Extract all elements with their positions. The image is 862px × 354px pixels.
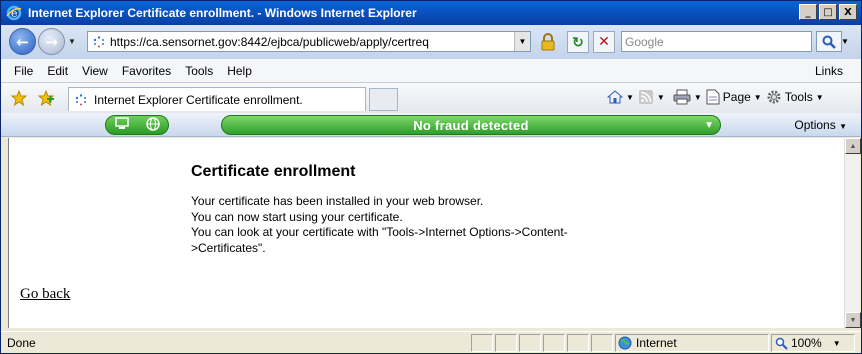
globe-icon [618, 336, 632, 350]
address-bar[interactable]: https://ca.sensornet.gov:8442/ejbca/publ… [87, 31, 531, 52]
zone-label: Internet [636, 336, 677, 350]
globe-icon[interactable] [145, 116, 161, 135]
refresh-icon: ↻ [572, 33, 584, 50]
options-button[interactable]: Options ▼ [794, 118, 847, 132]
zoom-level: 100% [791, 336, 822, 350]
favorites-center-icon[interactable] [10, 89, 28, 107]
fraud-dropdown-icon[interactable]: ▼ [704, 120, 714, 131]
menu-file[interactable]: File [7, 64, 40, 78]
home-icon [607, 90, 623, 104]
ie-logo-icon: e [6, 5, 22, 21]
menu-bar: File Edit View Favorites Tools Help Link… [1, 59, 861, 83]
page-menu-button[interactable]: Page ▼ [706, 89, 762, 105]
gear-icon [767, 90, 781, 104]
tab-label: Internet Explorer Certificate enrollment… [94, 92, 303, 107]
refresh-button[interactable]: ↻ [567, 31, 589, 53]
stop-button[interactable]: ✕ [593, 31, 615, 53]
browser-window: e Internet Explorer Certificate enrollme… [0, 0, 862, 354]
tab-toolbar: Internet Explorer Certificate enrollment… [1, 83, 861, 113]
page-content: Certificate enrollment Your certificate … [8, 138, 844, 328]
message-line: Your certificate has been installed in y… [191, 194, 484, 208]
search-options-dropdown[interactable]: ▼ [841, 31, 851, 52]
status-panel [591, 334, 613, 352]
close-button[interactable]: X [839, 4, 857, 20]
home-button[interactable]: ▼ [607, 89, 634, 105]
page-title: Certificate enrollment [191, 163, 356, 180]
result-message: Your certificate has been installed in y… [191, 194, 631, 256]
add-favorite-icon[interactable] [37, 89, 55, 107]
menu-edit[interactable]: Edit [40, 64, 75, 78]
command-bar: ▼ ▼ ▼ Page ▼ Tools ▼ [607, 89, 824, 105]
search-button[interactable] [816, 31, 842, 52]
back-button[interactable]: ← [9, 28, 36, 55]
menu-favorites[interactable]: Favorites [115, 64, 178, 78]
message-line: You can now start using your certificate… [191, 209, 403, 224]
page-icon [706, 89, 720, 105]
recent-pages-dropdown[interactable]: ▼ [68, 37, 76, 46]
maximize-button[interactable]: □ [819, 4, 837, 20]
zone-buttons [105, 115, 169, 135]
address-dropdown-icon[interactable]: ▼ [514, 32, 530, 51]
tools-menu-button[interactable]: Tools ▼ [766, 89, 824, 105]
security-lock-icon[interactable] [536, 31, 560, 53]
phishing-filter-bar: No fraud detected ▼ Options ▼ [1, 113, 861, 137]
title-bar: e Internet Explorer Certificate enrollme… [1, 1, 861, 25]
status-panel [567, 334, 589, 352]
links-toolbar[interactable]: Links [815, 64, 843, 78]
fraud-status-bar[interactable]: No fraud detected ▼ [221, 115, 721, 135]
status-panel [471, 334, 493, 352]
back-arrow-icon: ← [16, 32, 29, 51]
zoom-magnifier-icon [775, 337, 788, 350]
status-text: Done [7, 336, 36, 350]
feeds-button[interactable]: ▼ [638, 89, 665, 105]
forward-button[interactable]: → [38, 28, 65, 55]
go-back-link[interactable]: Go back [20, 286, 70, 303]
print-button[interactable]: ▼ [673, 89, 702, 105]
menu-tools[interactable]: Tools [178, 64, 220, 78]
new-tab-button[interactable] [369, 88, 398, 111]
address-url[interactable]: https://ca.sensornet.gov:8442/ejbca/publ… [110, 35, 429, 49]
security-zone[interactable]: Internet [615, 334, 769, 352]
rss-feed-icon [638, 90, 653, 104]
zoom-dropdown-icon[interactable]: ▼ [833, 339, 841, 348]
tab-certificate-enrollment[interactable]: Internet Explorer Certificate enrollment… [68, 87, 366, 111]
window-title: Internet Explorer Certificate enrollment… [28, 6, 417, 20]
status-panel [543, 334, 565, 352]
status-panel [495, 334, 517, 352]
menu-help[interactable]: Help [220, 64, 259, 78]
computer-icon[interactable] [114, 116, 130, 134]
stop-icon: ✕ [598, 34, 610, 50]
scroll-up-icon[interactable]: ▲ [845, 138, 861, 154]
page-menu-label: Page [722, 90, 751, 104]
loading-icon [92, 35, 106, 49]
zoom-control[interactable]: 100% ▼ [771, 334, 855, 352]
vertical-scrollbar[interactable]: ▲ ▼ [844, 138, 861, 328]
printer-icon [673, 89, 691, 105]
forward-arrow-icon: → [45, 32, 58, 51]
search-input[interactable]: Google [621, 31, 812, 52]
tools-menu-label: Tools [784, 90, 813, 104]
magnifier-icon [822, 35, 836, 49]
loading-icon [74, 93, 88, 107]
scroll-down-icon[interactable]: ▼ [845, 312, 861, 328]
status-panel [519, 334, 541, 352]
menu-view[interactable]: View [75, 64, 115, 78]
search-placeholder: Google [625, 34, 664, 49]
address-toolbar: ← → ▼ https://ca.sensornet.gov:8442/ejbc… [1, 25, 861, 59]
fraud-status-text: No fraud detected [413, 117, 529, 133]
message-line: You can look at your certificate with "T… [191, 225, 568, 255]
status-bar: Done Internet 100% ▼ [1, 331, 861, 353]
minimize-button[interactable]: _ [799, 4, 817, 20]
